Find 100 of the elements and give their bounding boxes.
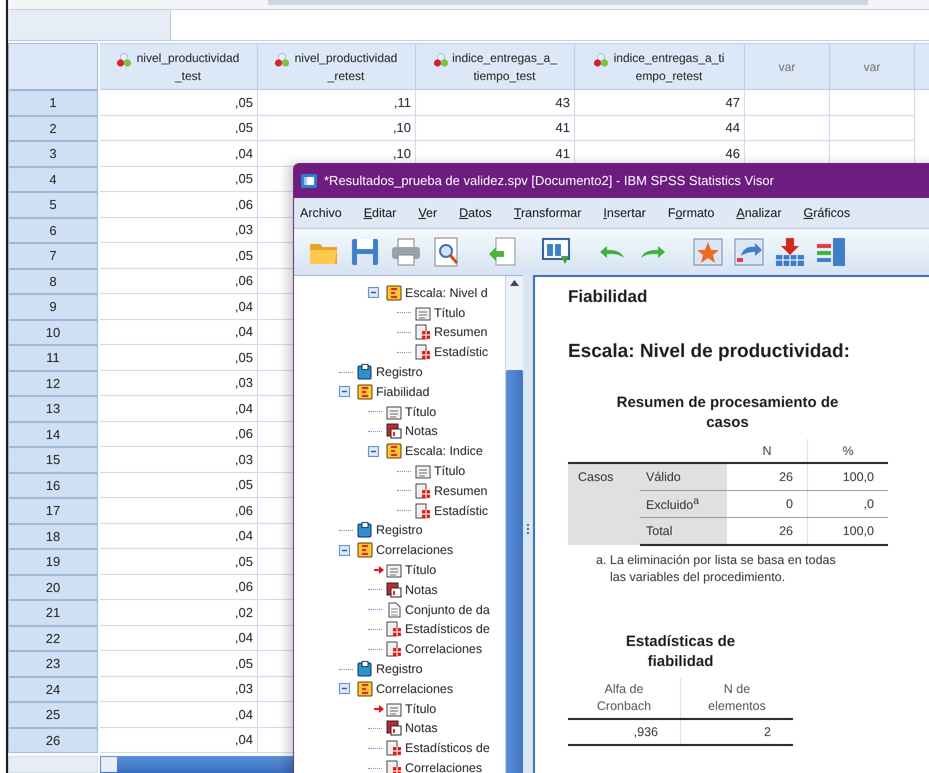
row-number[interactable]: 9 <box>8 294 98 320</box>
row-number[interactable]: 24 <box>8 676 98 702</box>
tree-item[interactable]: Notas <box>405 424 438 438</box>
tree-item[interactable]: Resumen <box>434 484 488 498</box>
row-number[interactable]: 8 <box>8 268 98 294</box>
column-header[interactable]: var <box>830 43 915 90</box>
column-header[interactable]: nivel_productividad_retest <box>258 43 416 90</box>
menu-item[interactable]: Insertar <box>603 206 646 220</box>
row-number[interactable]: 19 <box>8 549 98 574</box>
tree-item[interactable]: Fiabilidad <box>376 384 430 399</box>
menu-item[interactable]: Datos <box>459 206 492 220</box>
tree-item[interactable]: Correlaciones <box>376 543 454 558</box>
three-circles-icon <box>593 52 609 68</box>
tree-item[interactable]: Correlaciones <box>376 682 454 696</box>
tree-item[interactable]: Estadístic <box>434 504 488 518</box>
row-number[interactable]: 26 <box>8 728 98 753</box>
menu-item[interactable]: Archivo <box>300 206 342 220</box>
row-number[interactable]: 1 <box>8 90 98 116</box>
scrollbar[interactable] <box>505 276 523 773</box>
up-arrow-icon[interactable] <box>510 280 519 286</box>
table-cell: 0 <box>786 497 793 511</box>
table-cell: ,02 <box>100 600 258 626</box>
row-number[interactable]: 10 <box>8 320 98 345</box>
menu-item[interactable]: Formato <box>668 206 714 220</box>
tree-item[interactable]: Correlaciones <box>405 761 482 773</box>
table-cell: ,03 <box>100 218 258 243</box>
title-page-icon <box>386 404 402 420</box>
table-cell: 26 <box>779 524 793 538</box>
row-number[interactable]: 13 <box>8 396 98 422</box>
section-book-icon <box>357 680 373 697</box>
row-number[interactable]: 23 <box>8 651 98 676</box>
row-number[interactable]: 5 <box>8 192 98 218</box>
tree-item[interactable]: Escala: Nivel d <box>405 286 488 300</box>
table-cell: 41 <box>416 116 575 141</box>
row-number[interactable]: 7 <box>8 243 98 268</box>
row-number[interactable]: 6 <box>8 218 98 243</box>
collapse-icon[interactable] <box>339 683 350 694</box>
scrollbar[interactable] <box>268 0 868 5</box>
star-table-icon[interactable] <box>692 236 724 268</box>
tree-item[interactable]: Título <box>405 404 436 419</box>
three-circles-icon <box>116 52 132 68</box>
row-number[interactable]: 15 <box>8 447 98 472</box>
tree-item[interactable]: Notas <box>405 721 438 736</box>
list-table-icon[interactable] <box>815 236 847 268</box>
cell-name-box[interactable] <box>8 10 171 40</box>
pivot-table-icon <box>415 344 431 360</box>
table-cell: ,04 <box>100 294 258 320</box>
menu-item[interactable]: Gráficos <box>804 206 850 220</box>
row-number[interactable]: 22 <box>8 626 98 651</box>
row-number[interactable]: 17 <box>8 498 98 524</box>
row-number[interactable]: 12 <box>8 370 98 396</box>
collapse-icon[interactable] <box>339 386 350 398</box>
tree-item[interactable]: Notas <box>405 582 438 597</box>
table-cell: 43 <box>416 90 575 116</box>
scrollbar[interactable] <box>100 756 293 773</box>
pivot-table-icon <box>386 621 402 638</box>
row-number[interactable]: 21 <box>8 600 98 626</box>
tree-item[interactable]: Título <box>434 464 466 478</box>
tree-item[interactable]: Título <box>405 702 436 716</box>
insert-table-icon[interactable] <box>774 236 806 268</box>
tree-item[interactable]: Título <box>434 306 466 320</box>
tree-item[interactable]: Estadístic <box>434 345 488 360</box>
row-number[interactable]: 3 <box>8 141 98 166</box>
menu-item[interactable]: Ver <box>418 206 438 220</box>
menu-item[interactable]: Transformar <box>514 206 582 220</box>
collapse-icon[interactable] <box>368 287 379 298</box>
collapse-icon[interactable] <box>339 544 350 556</box>
table-cell: ,03 <box>100 370 258 396</box>
row-number[interactable]: 25 <box>8 702 98 728</box>
tree-item[interactable]: Estadísticos de <box>405 741 490 756</box>
printer-icon[interactable] <box>390 236 422 268</box>
pivot-table-icon <box>386 740 402 756</box>
notes-table-icon <box>386 582 402 598</box>
column-header[interactable]: indice_entregas_a_tiempo_retest <box>575 43 745 90</box>
pivot-table-icon <box>415 482 431 499</box>
tree-item[interactable]: Título <box>405 563 436 578</box>
menu-item[interactable]: Editar <box>364 206 396 220</box>
tree-item[interactable]: Registro <box>376 662 423 676</box>
notes-table-icon <box>386 720 402 736</box>
row-number[interactable]: 16 <box>8 472 98 498</box>
row-number[interactable]: 4 <box>8 166 98 192</box>
row-number[interactable]: 2 <box>8 116 98 141</box>
row-number[interactable]: 11 <box>8 345 98 370</box>
tree-item[interactable]: Resumen <box>434 325 488 340</box>
tree-item[interactable]: Correlaciones <box>405 642 482 656</box>
tree-item[interactable]: Estadísticos de <box>405 622 490 636</box>
row-number[interactable]: 20 <box>8 574 98 600</box>
column-header[interactable]: var <box>745 43 830 90</box>
column-header[interactable]: indice_entregas_a_tiempo_test <box>416 43 575 90</box>
tree-item[interactable]: Escala: Indice <box>405 444 483 458</box>
collapse-icon[interactable] <box>368 446 379 457</box>
tree-item[interactable]: Registro <box>376 523 423 538</box>
tree-item[interactable]: Registro <box>376 365 423 380</box>
column-header[interactable]: nivel_productividad_test <box>100 43 258 90</box>
menu-item[interactable]: Analizar <box>736 206 782 220</box>
tree-item[interactable]: Conjunto de da <box>405 602 490 617</box>
row-number[interactable]: 14 <box>8 422 98 447</box>
row-number[interactable]: 18 <box>8 524 98 549</box>
column-label: nivel_productividad_retest <box>294 50 398 84</box>
log-book-icon <box>357 522 373 538</box>
